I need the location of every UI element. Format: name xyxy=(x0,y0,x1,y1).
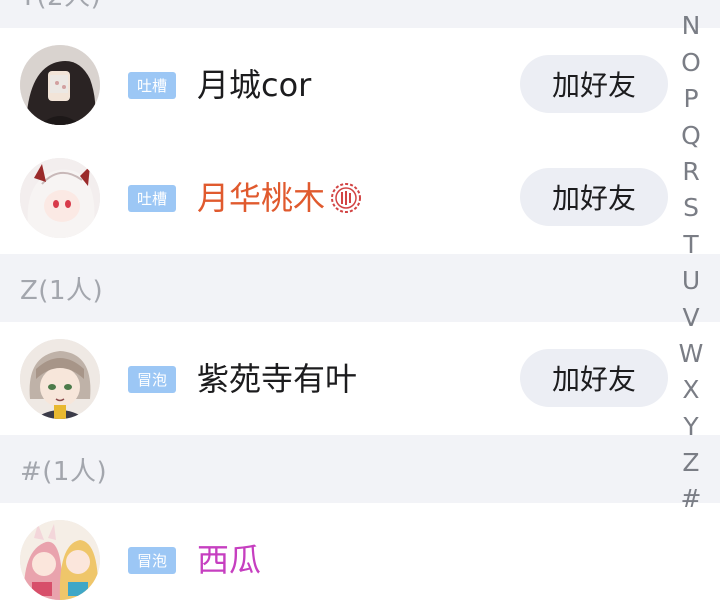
avatar-anime-two-girls-icon xyxy=(20,520,100,600)
avatar[interactable] xyxy=(20,339,100,419)
list-item[interactable]: 吐槽 月城cor 加好友 xyxy=(0,28,720,141)
status-badge: 吐槽 xyxy=(128,185,176,212)
status-badge: 冒泡 xyxy=(128,547,176,574)
index-letter-o[interactable]: O xyxy=(672,45,710,81)
user-name-text: 西瓜 xyxy=(197,541,262,579)
index-letter-z[interactable]: Z xyxy=(672,445,710,481)
index-letter-u[interactable]: U xyxy=(672,263,710,299)
section-header-hash: #(1人) xyxy=(0,435,720,503)
index-letter-x[interactable]: X xyxy=(672,372,710,408)
index-letter-q[interactable]: Q xyxy=(672,118,710,154)
avatar[interactable] xyxy=(20,158,100,238)
user-name-text: 紫苑寺有叶 xyxy=(197,360,358,398)
user-name-text: 月城cor xyxy=(197,66,312,104)
index-letter-s[interactable]: S xyxy=(672,190,710,226)
section-header-y: Y(2人) xyxy=(0,0,720,28)
index-letter-w[interactable]: W xyxy=(672,336,710,372)
index-letter-v[interactable]: V xyxy=(672,300,710,336)
avatar-anime-silver-hair-icon xyxy=(20,339,100,419)
user-name[interactable]: 紫苑寺有叶 xyxy=(197,356,357,402)
red-seal-medal-icon xyxy=(331,183,362,213)
index-letter-t[interactable]: T xyxy=(672,227,710,263)
user-name-text: 月华桃木 xyxy=(197,179,326,217)
add-friend-button[interactable]: 加好友 xyxy=(520,168,668,226)
index-letter-hash[interactable]: # xyxy=(672,481,710,517)
section-header-label: #(1人) xyxy=(20,456,108,487)
index-letter-m[interactable]: M xyxy=(672,0,710,8)
section-header-z: Z(1人) xyxy=(0,254,720,322)
avatar-anime-white-hair-icon xyxy=(20,158,100,238)
user-name[interactable]: 月城cor xyxy=(197,62,311,108)
user-name[interactable]: 月华桃木 xyxy=(197,175,363,221)
index-letter-y[interactable]: Y xyxy=(672,409,710,445)
index-letter-p[interactable]: P xyxy=(672,81,710,117)
status-badge: 吐槽 xyxy=(128,72,176,99)
avatar[interactable] xyxy=(20,45,100,125)
list-item[interactable]: 吐槽 月华桃木 加好友 xyxy=(0,141,720,254)
index-letter-n[interactable]: N xyxy=(672,8,710,44)
list-item[interactable]: 冒泡 西瓜 xyxy=(0,503,720,616)
section-header-label: Z(1人) xyxy=(20,275,104,306)
avatar[interactable] xyxy=(20,520,100,600)
index-letter-r[interactable]: R xyxy=(672,154,710,190)
list-item[interactable]: 冒泡 紫苑寺有叶 加好友 xyxy=(0,322,720,435)
add-friend-button[interactable]: 加好友 xyxy=(520,349,668,407)
status-badge: 冒泡 xyxy=(128,366,176,393)
add-friend-button[interactable]: 加好友 xyxy=(520,55,668,113)
alphabet-index-bar[interactable]: M N O P Q R S T U V W X Y Z # xyxy=(672,0,710,518)
user-name[interactable]: 西瓜 xyxy=(197,537,261,583)
section-header-label: Y(2人) xyxy=(20,0,101,13)
avatar-girl-black-hair-icon xyxy=(20,45,100,125)
